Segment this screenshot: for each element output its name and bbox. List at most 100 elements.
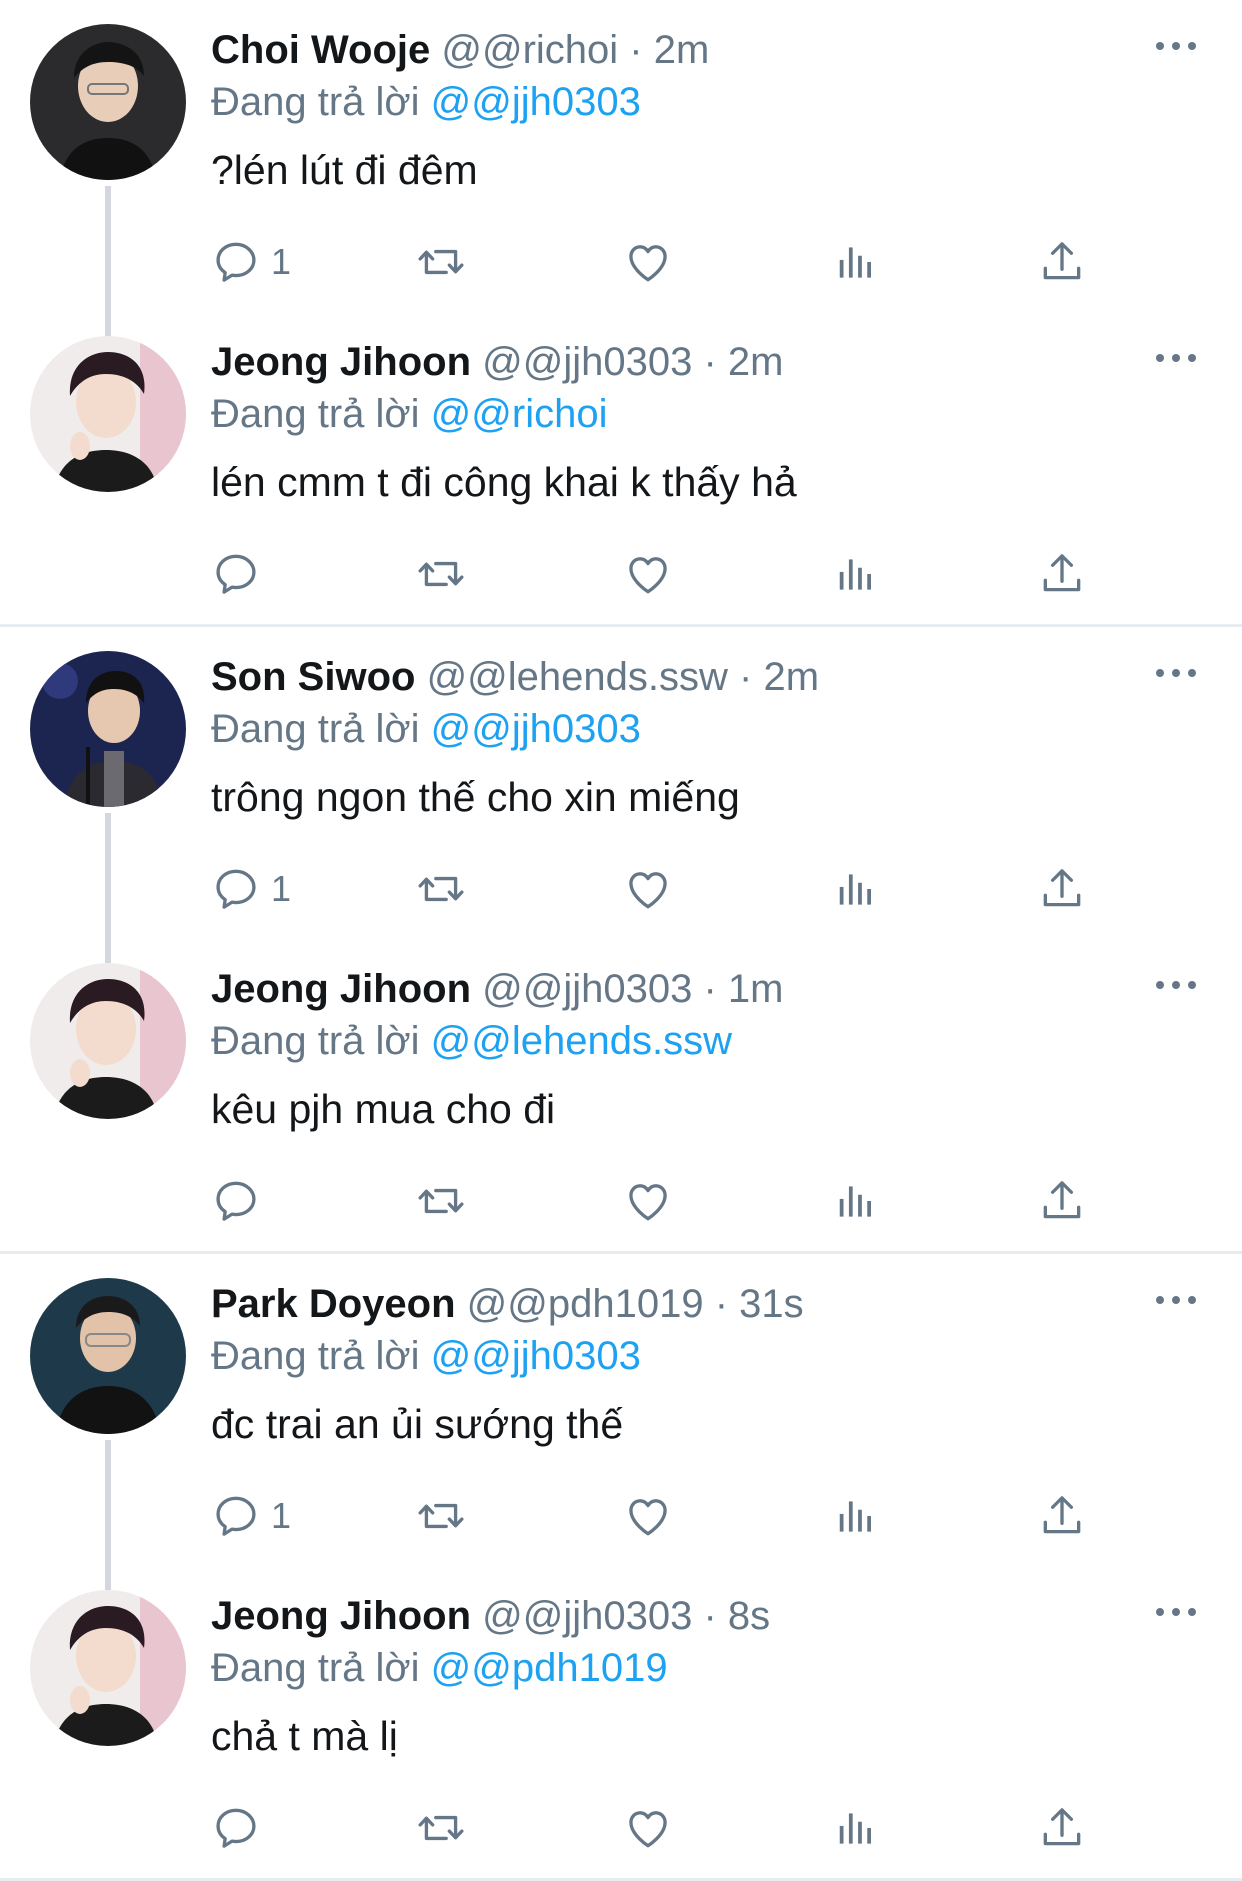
mention-link[interactable]: @@pdh1019 — [431, 1646, 668, 1690]
tweet-header: Choi Wooje @@richoi · 2m — [211, 24, 1202, 76]
stats-icon — [831, 1176, 881, 1226]
more-icon[interactable] — [1154, 346, 1198, 370]
stats-button[interactable] — [831, 544, 881, 604]
timestamp[interactable]: 1m — [728, 967, 784, 1011]
reply-count: 1 — [271, 1495, 292, 1536]
stats-button[interactable] — [831, 232, 881, 292]
more-icon[interactable] — [1154, 1288, 1198, 1312]
stats-icon — [831, 549, 881, 599]
reply-button[interactable]: 1 — [211, 1486, 291, 1546]
retweet-button[interactable] — [416, 232, 466, 292]
stats-icon — [831, 237, 881, 287]
tweet-header: Park Doyeon @@pdh1019 · 31s — [211, 1278, 1202, 1330]
author-handle[interactable]: @@jjh0303 — [482, 1594, 692, 1638]
reply-button[interactable] — [211, 544, 271, 604]
tweet-header: Jeong Jihoon @@jjh0303 · 1m — [211, 963, 1202, 1015]
replying-to-label: Đang trả lời — [211, 392, 420, 436]
retweet-button[interactable] — [416, 859, 466, 919]
avatar[interactable] — [30, 963, 186, 1119]
tweet-text: đc trai an ủi sướng thế — [211, 1401, 624, 1447]
like-button[interactable] — [623, 544, 673, 604]
author-name[interactable]: Choi Wooje — [211, 28, 430, 72]
reply-button[interactable]: 1 — [211, 859, 291, 919]
heart-icon — [623, 237, 673, 287]
like-button[interactable] — [623, 232, 673, 292]
like-button[interactable] — [623, 1486, 673, 1546]
mention-link[interactable]: @@lehends.ssw — [431, 1019, 732, 1063]
share-button[interactable] — [1037, 1171, 1087, 1231]
author-name[interactable]: Jeong Jihoon — [211, 340, 471, 384]
more-icon[interactable] — [1154, 34, 1198, 58]
tweet[interactable]: Son Siwoo @@lehends.ssw · 2m Đang trả lờ… — [0, 627, 1242, 963]
timestamp[interactable]: 8s — [728, 1594, 770, 1638]
tweet[interactable]: Jeong Jihoon @@jjh0303 · 8s Đang trả lời… — [0, 1566, 1242, 1878]
stats-button[interactable] — [831, 1798, 881, 1858]
timestamp[interactable]: 2m — [728, 340, 784, 384]
author-handle[interactable]: @@richoi — [441, 28, 618, 72]
action-bar: 1 — [211, 1486, 1091, 1546]
more-icon[interactable] — [1154, 661, 1198, 685]
share-button[interactable] — [1037, 1798, 1087, 1858]
author-handle[interactable]: @@jjh0303 — [482, 340, 692, 384]
share-icon — [1037, 1491, 1087, 1541]
retweet-button[interactable] — [416, 1486, 466, 1546]
mention-link[interactable]: @@jjh0303 — [431, 80, 641, 124]
separator: · — [629, 28, 643, 72]
reply-icon — [211, 549, 261, 599]
stats-button[interactable] — [831, 1171, 881, 1231]
reply-icon — [211, 1176, 261, 1226]
avatar[interactable] — [30, 651, 186, 807]
like-button[interactable] — [623, 1171, 673, 1231]
stats-button[interactable] — [831, 1486, 881, 1546]
tweet[interactable]: Jeong Jihoon @@jjh0303 · 1m Đang trả lời… — [0, 939, 1242, 1251]
retweet-button[interactable] — [416, 1798, 466, 1858]
tweet-header: Jeong Jihoon @@jjh0303 · 2m — [211, 336, 1202, 388]
replying-to-label: Đang trả lời — [211, 80, 420, 124]
more-icon[interactable] — [1154, 1600, 1198, 1624]
avatar[interactable] — [30, 1590, 186, 1746]
heart-icon — [623, 1176, 673, 1226]
author-handle[interactable]: @@jjh0303 — [482, 967, 692, 1011]
timestamp[interactable]: 31s — [739, 1282, 804, 1326]
mention-link[interactable]: @@richoi — [431, 392, 608, 436]
mention-link[interactable]: @@jjh0303 — [431, 1334, 641, 1378]
reply-button[interactable] — [211, 1171, 271, 1231]
share-button[interactable] — [1037, 232, 1087, 292]
tweet[interactable]: Jeong Jihoon @@jjh0303 · 2m Đang trả lời… — [0, 312, 1242, 624]
timestamp[interactable]: 2m — [763, 655, 819, 699]
replying-to: Đang trả lời @@lehends.ssw — [211, 1015, 1202, 1067]
tweet-header: Jeong Jihoon @@jjh0303 · 8s — [211, 1590, 1202, 1642]
author-name[interactable]: Park Doyeon — [211, 1282, 456, 1326]
more-icon[interactable] — [1154, 973, 1198, 997]
reply-button[interactable] — [211, 1798, 271, 1858]
action-bar — [211, 1171, 1091, 1231]
like-button[interactable] — [623, 859, 673, 919]
reply-count: 1 — [271, 241, 292, 282]
share-button[interactable] — [1037, 1486, 1087, 1546]
reply-icon — [211, 864, 261, 914]
share-button[interactable] — [1037, 544, 1087, 604]
author-handle[interactable]: @@lehends.ssw — [427, 655, 728, 699]
like-button[interactable] — [623, 1798, 673, 1858]
author-name[interactable]: Jeong Jihoon — [211, 967, 471, 1011]
mention-link[interactable]: @@jjh0303 — [431, 707, 641, 751]
author-name[interactable]: Son Siwoo — [211, 655, 415, 699]
author-handle[interactable]: @@pdh1019 — [467, 1282, 704, 1326]
retweet-button[interactable] — [416, 1171, 466, 1231]
action-bar — [211, 544, 1091, 604]
tweet[interactable]: Choi Wooje @@richoi · 2m Đang trả lời @@… — [0, 0, 1242, 336]
author-name[interactable]: Jeong Jihoon — [211, 1594, 471, 1638]
timestamp[interactable]: 2m — [654, 28, 710, 72]
retweet-button[interactable] — [416, 544, 466, 604]
action-bar: 1 — [211, 859, 1091, 919]
share-button[interactable] — [1037, 859, 1087, 919]
share-icon — [1037, 1803, 1087, 1853]
retweet-icon — [416, 1491, 466, 1541]
avatar[interactable] — [30, 1278, 186, 1434]
stats-button[interactable] — [831, 859, 881, 919]
avatar[interactable] — [30, 24, 186, 180]
reply-button[interactable]: 1 — [211, 232, 291, 292]
replying-to-label: Đang trả lời — [211, 1019, 420, 1063]
tweet[interactable]: Park Doyeon @@pdh1019 · 31s Đang trả lời… — [0, 1254, 1242, 1590]
avatar[interactable] — [30, 336, 186, 492]
